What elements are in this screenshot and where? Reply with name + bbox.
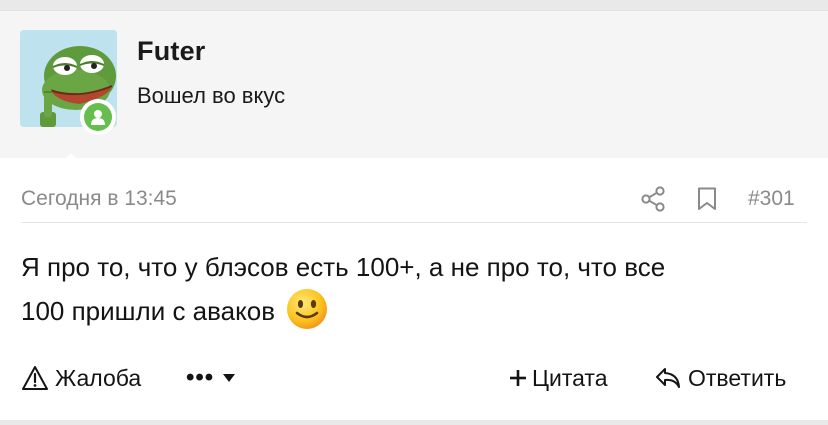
warning-icon [22,366,48,390]
reply-label: Ответить [688,364,787,391]
report-label: Жалоба [55,364,142,391]
report-button[interactable]: Жалоба [21,358,141,398]
post-text-line: 100 пришли с аваков [21,296,276,326]
user-card: Futer Вошел во вкус [0,10,828,169]
post-number-link[interactable]: #301 [748,187,795,211]
divider [21,222,807,223]
user-title: Вошел во вкус [137,83,286,108]
reply-arrow-icon [656,368,680,388]
post: Сегодня в 13:45 #301 Я про то, что у блэ… [0,158,828,420]
post-date[interactable]: Сегодня в 13:45 [21,187,177,211]
reply-button[interactable]: Ответить [654,358,786,398]
top-strip [0,0,828,10]
bottom-strip [0,420,828,425]
online-status-badge [80,99,116,135]
share-icon[interactable] [641,186,665,212]
more-icon: ••• [186,364,215,391]
more-actions-button[interactable]: ••• [186,358,236,398]
post-text-line-2: 100 пришли с аваков [21,288,807,332]
user-icon [91,110,105,125]
bookmark-icon[interactable] [696,187,718,211]
slightly-smiling-face-icon [287,289,328,329]
plus-icon [510,370,526,386]
caret-down-icon [223,374,236,382]
post-actions: Жалоба ••• Цитата Ответить [0,358,828,398]
quote-button[interactable]: Цитата [508,358,608,398]
quote-label: Цитата [532,364,608,391]
post-text-line: Я про то, что у блэсов есть 100+, а не п… [21,252,666,282]
username[interactable]: Futer [137,36,206,67]
post-body: Я про то, что у блэсов есть 100+, а не п… [21,246,807,332]
